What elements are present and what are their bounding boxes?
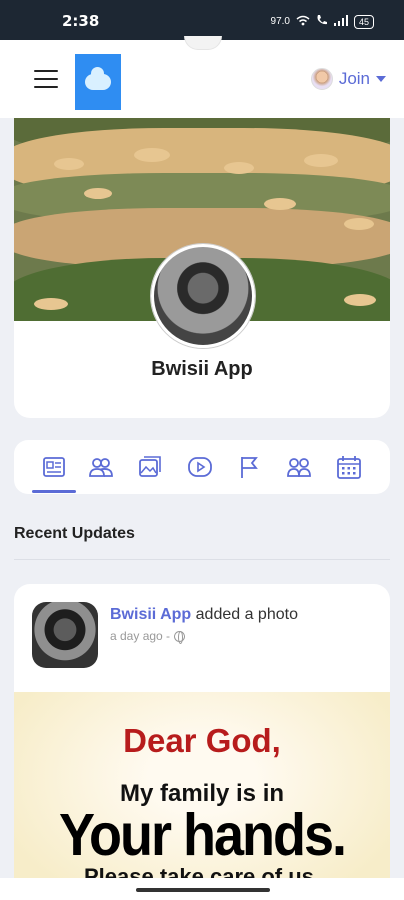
battery-icon: 45: [353, 14, 374, 29]
post-time: a day ago -: [110, 629, 171, 643]
tab-news-feed[interactable]: [39, 452, 69, 482]
section-title: Recent Updates: [14, 525, 135, 542]
tab-groups[interactable]: [284, 452, 314, 482]
network-speed: 97.0: [270, 16, 290, 27]
status-icons: 97.0 45: [271, 14, 374, 29]
tab-photos[interactable]: [135, 452, 165, 482]
join-label: Join: [338, 69, 370, 88]
app-logo[interactable]: [75, 54, 121, 110]
post-meta: a day ago -: [110, 629, 186, 644]
user-avatar-icon: [310, 68, 333, 90]
pull-handle[interactable]: [184, 36, 222, 50]
wifi-icon: [296, 15, 310, 29]
profile-name: Bwisii App: [151, 358, 253, 380]
tab-events[interactable]: [334, 452, 364, 482]
tab-friends[interactable]: [86, 452, 116, 482]
post-author-avatar[interactable]: [32, 602, 98, 668]
photos-icon: [139, 456, 161, 477]
divider: [14, 559, 390, 560]
gesture-handle[interactable]: [136, 888, 270, 892]
tab-videos[interactable]: [185, 452, 215, 482]
status-bar: 2:38 97.0 45: [0, 0, 404, 40]
image-text-line: Dear God,: [123, 722, 281, 759]
system-nav-bar: [0, 878, 404, 900]
post-image[interactable]: Dear God, My family is in Your hands. Pl…: [14, 692, 390, 900]
call-icon: [316, 14, 328, 29]
profile-avatar[interactable]: [151, 244, 255, 348]
active-tab-indicator: [32, 490, 76, 493]
videos-icon: [188, 457, 212, 477]
news-feed-icon: [43, 457, 65, 477]
tab-pages[interactable]: [234, 452, 264, 482]
menu-icon[interactable]: [34, 70, 58, 90]
post-action: added a photo: [195, 606, 298, 623]
post-card: Bwisii App added a photo a day ago - Dea…: [14, 584, 390, 900]
profile-card: Bwisii App: [14, 118, 390, 418]
image-text-line: Your hands.: [58, 802, 347, 868]
join-button[interactable]: Join: [310, 68, 386, 90]
post-header: Bwisii App added a photo: [110, 606, 298, 624]
caret-down-icon: [376, 76, 386, 82]
signal-icon: [333, 14, 348, 29]
events-calendar-icon: [337, 456, 361, 479]
cloud-icon: [85, 67, 111, 90]
status-time: 2:38: [62, 12, 100, 30]
pages-flag-icon: [241, 457, 258, 478]
globe-icon: [174, 630, 186, 644]
app-header: Join: [0, 36, 404, 118]
friends-icon: [89, 458, 113, 477]
groups-icon: [287, 458, 311, 477]
post-author-link[interactable]: Bwisii App: [110, 606, 191, 623]
profile-tabs: [14, 440, 390, 494]
